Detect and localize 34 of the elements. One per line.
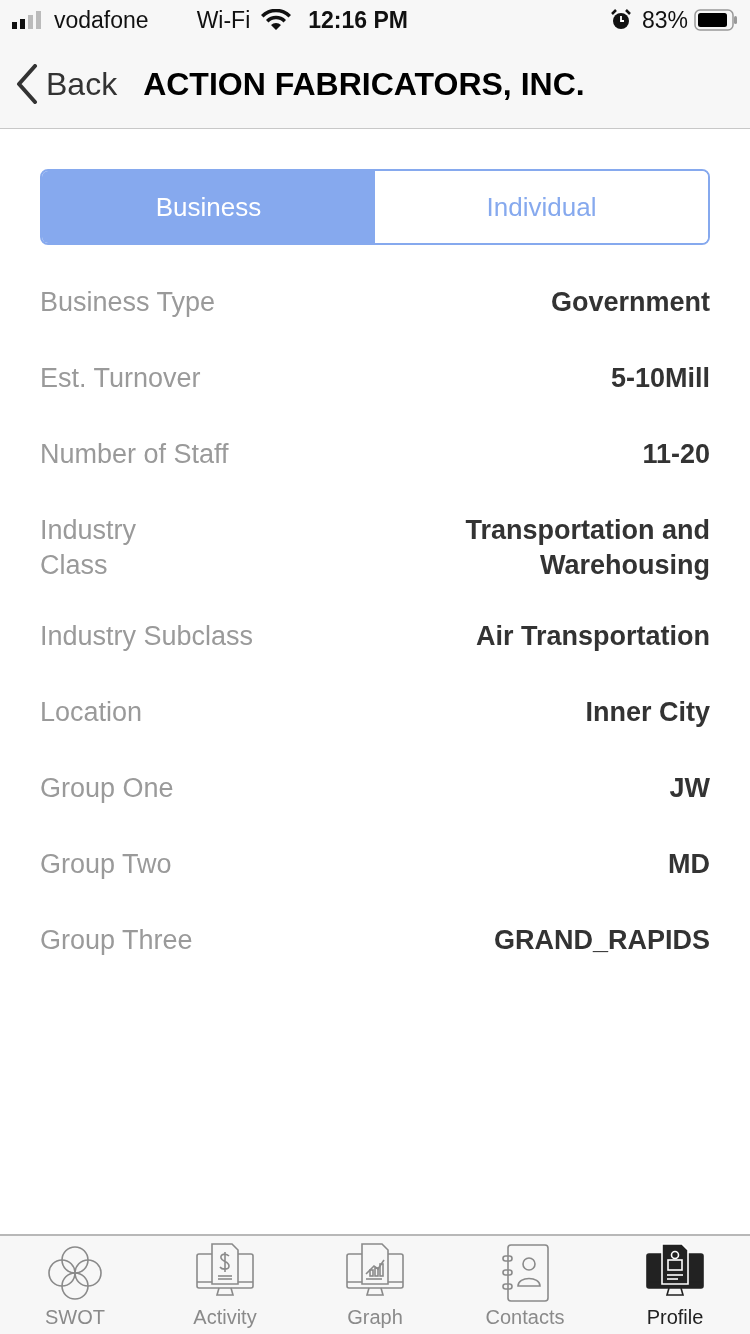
field-label: Business Type xyxy=(40,286,216,319)
back-button[interactable]: Back xyxy=(16,64,118,104)
tab-bar-item[interactable]: Activity xyxy=(150,1236,300,1334)
alarm-icon xyxy=(609,9,632,31)
field-label: Group One xyxy=(40,772,174,805)
field-value: JW xyxy=(669,772,710,805)
field-label: Est. Turnover xyxy=(40,362,201,395)
field-label: Number of Staff xyxy=(40,438,229,471)
field-label: Group Two xyxy=(40,848,172,881)
field-value: 11-20 xyxy=(642,438,710,471)
field-value: 5-10Mill xyxy=(610,362,710,395)
segment-tab[interactable]: Business xyxy=(42,171,375,243)
carrier-name: vodafone xyxy=(54,6,149,34)
clock-time: 12:16 PM xyxy=(308,6,408,34)
field-value: Air Transportation xyxy=(475,620,710,653)
field-label: Industry Subclass xyxy=(40,620,254,653)
field-value: Government xyxy=(550,286,710,319)
field-value: MD xyxy=(668,848,710,881)
chevron-left-icon xyxy=(16,64,38,104)
field-value: GRAND_RAPIDS xyxy=(493,924,710,957)
field-label: Industry Class xyxy=(40,514,137,582)
tab-bar-item[interactable]: SWOT xyxy=(0,1236,150,1334)
field-value: Inner City xyxy=(585,696,710,729)
field-label: Location xyxy=(40,696,143,729)
battery-icon xyxy=(694,9,738,31)
wifi-icon xyxy=(260,9,293,31)
page-title: ACTION FABRICATORS, INC. xyxy=(143,65,585,103)
tab-bar-item[interactable]: Graph xyxy=(300,1236,450,1334)
tab-bar-item[interactable]: Contacts xyxy=(450,1236,600,1334)
network-label: Wi-Fi xyxy=(196,6,251,34)
field-value: Transportation and Warehousing xyxy=(465,514,710,582)
tab-bar-item[interactable]: Profile xyxy=(600,1236,750,1334)
battery-percentage: 83% xyxy=(641,6,688,34)
field-label: Group Three xyxy=(40,924,193,957)
